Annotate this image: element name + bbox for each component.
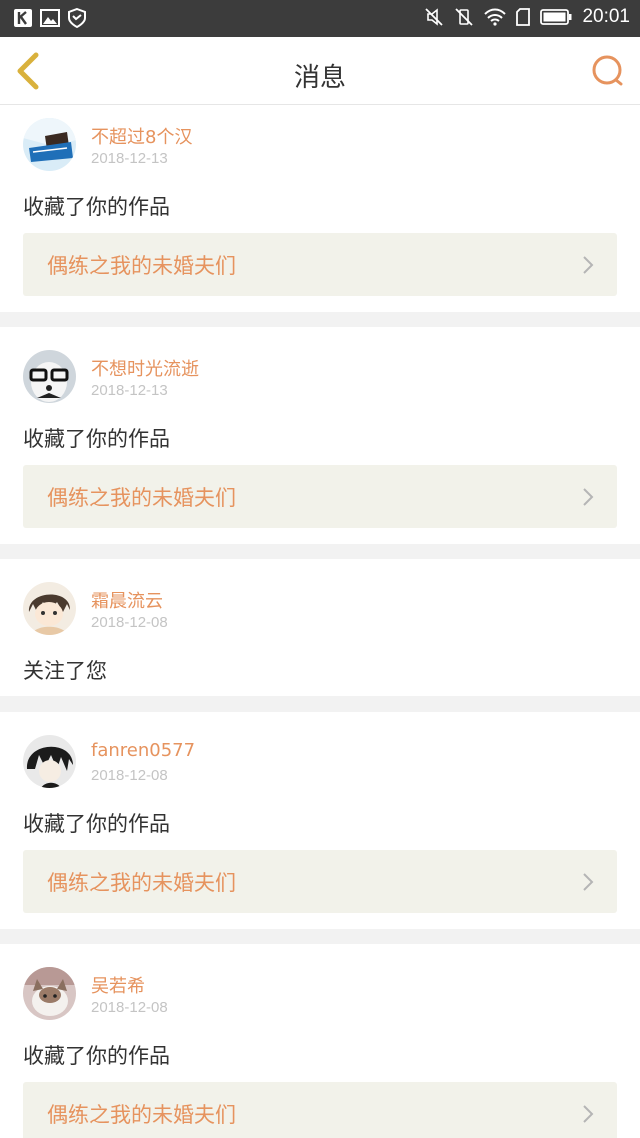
message-action: 关注了您 — [23, 659, 107, 683]
work-title: 偶练之我的未婚夫们 — [47, 871, 236, 895]
avatar[interactable] — [23, 118, 76, 171]
search-button[interactable] — [588, 51, 628, 91]
chevron-right-icon — [583, 873, 594, 891]
silent-icon — [455, 8, 474, 26]
chevron-right-icon — [583, 256, 594, 274]
work-title: 偶练之我的未婚夫们 — [47, 1103, 236, 1127]
work-link[interactable]: 偶练之我的未婚夫们 — [23, 1082, 617, 1138]
message-date: 2018-12-08 — [91, 999, 168, 1016]
message-card: 霜晨流云 2018-12-08 关注了您 — [0, 559, 640, 696]
status-time: 20:01 — [582, 6, 630, 27]
wifi-icon — [484, 8, 507, 26]
search-icon — [592, 55, 623, 86]
work-title: 偶练之我的未婚夫们 — [47, 486, 236, 510]
shield-icon — [68, 8, 86, 28]
work-link[interactable]: 偶练之我的未婚夫们 — [23, 850, 617, 913]
battery-icon — [540, 9, 572, 25]
username[interactable]: 不想时光流逝 — [91, 355, 199, 381]
message-date: 2018-12-13 — [91, 150, 168, 167]
work-link[interactable]: 偶练之我的未婚夫们 — [23, 233, 617, 296]
avatar[interactable] — [23, 735, 76, 788]
status-bar: 20:01 — [0, 0, 640, 37]
message-action: 收藏了你的作品 — [23, 195, 170, 219]
avatar[interactable] — [23, 582, 76, 635]
message-card: 不想时光流逝 2018-12-13 收藏了你的作品 偶练之我的未婚夫们 — [0, 327, 640, 544]
message-action: 收藏了你的作品 — [23, 812, 170, 836]
username[interactable]: 霜晨流云 — [91, 587, 163, 613]
username[interactable]: 吴若希 — [91, 972, 145, 998]
work-title: 偶练之我的未婚夫们 — [47, 254, 236, 278]
navigation-bar: 消息 — [0, 37, 640, 105]
status-right-icons: 20:01 — [424, 6, 630, 28]
message-date: 2018-12-13 — [91, 382, 168, 399]
status-left-icons — [14, 8, 86, 28]
message-action: 收藏了你的作品 — [23, 427, 170, 451]
message-card: 不超过8个汉 2018-12-13 收藏了你的作品 偶练之我的未婚夫们 — [0, 105, 640, 312]
username[interactable]: fanren0577 — [91, 740, 195, 761]
avatar[interactable] — [23, 350, 76, 403]
chevron-right-icon — [583, 1105, 594, 1123]
message-date: 2018-12-08 — [91, 767, 168, 784]
work-link[interactable]: 偶练之我的未婚夫们 — [23, 465, 617, 528]
sim-icon — [516, 8, 531, 26]
message-action: 收藏了你的作品 — [23, 1044, 170, 1068]
username[interactable]: 不超过8个汉 — [91, 123, 192, 149]
image-icon — [40, 9, 60, 27]
k-app-icon — [14, 9, 32, 27]
message-card: fanren0577 2018-12-08 收藏了你的作品 偶练之我的未婚夫们 — [0, 712, 640, 929]
chevron-right-icon — [583, 488, 594, 506]
avatar[interactable] — [23, 967, 76, 1020]
page-title: 消息 — [293, 63, 346, 93]
vibrate-off-icon — [425, 8, 444, 26]
message-date: 2018-12-08 — [91, 614, 168, 631]
message-card: 吴若希 2018-12-08 收藏了你的作品 偶练之我的未婚夫们 — [0, 944, 640, 1138]
